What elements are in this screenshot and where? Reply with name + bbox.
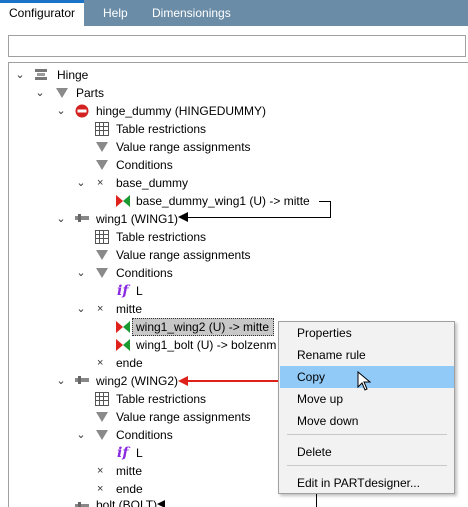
tree-node-bolt[interactable]: bolt (BOLT) — [96, 496, 157, 507]
no-entry-icon — [75, 104, 89, 118]
funnel-icon — [96, 160, 108, 170]
rule-bowtie-icon — [116, 195, 130, 207]
tree-node-rule-wing1-wing2[interactable]: wing1_wing2 (U) -> mitte — [132, 318, 275, 336]
condition-if-icon: if — [117, 283, 129, 299]
link-line — [316, 494, 317, 507]
context-menu: Properties Rename rule Copy Move up Move… — [278, 321, 455, 494]
tree-node-table-restrictions[interactable]: Table restrictions — [116, 390, 206, 408]
hinge-part-icon — [75, 502, 89, 507]
hinge-part-icon — [75, 214, 89, 222]
tree-node-base-dummy[interactable]: base_dummy — [116, 174, 188, 192]
tree-node-table-restrictions[interactable]: Table restrictions — [116, 228, 206, 246]
funnel-icon — [56, 88, 68, 98]
tree-node-wing1[interactable]: wing1 (WING1) — [96, 210, 178, 228]
table-icon — [95, 392, 109, 406]
tree-node-conditions[interactable]: Conditions — [116, 264, 173, 282]
connector-x-icon: × — [97, 303, 104, 315]
connector-x-icon: × — [97, 465, 104, 477]
tree-node-value-range[interactable]: Value range assignments — [116, 408, 251, 426]
configurator-window: Configurator Help Dimensionings ⌄ Hinge … — [0, 0, 468, 507]
assembly-icon — [35, 69, 47, 80]
menu-item-move-down[interactable]: Move down — [280, 410, 454, 432]
collapse-wing1-chevron-icon[interactable]: ⌄ — [55, 210, 67, 228]
tab-help[interactable]: Help — [94, 0, 137, 26]
collapse-conditions-chevron-icon[interactable]: ⌄ — [75, 426, 87, 444]
menu-item-delete[interactable]: Delete — [280, 441, 454, 463]
connector-x-icon: × — [97, 177, 104, 189]
menu-item-rename-rule[interactable]: Rename rule — [280, 344, 454, 366]
collapse-mitte-chevron-icon[interactable]: ⌄ — [75, 300, 87, 318]
link-line — [330, 201, 331, 217]
menu-item-properties[interactable]: Properties — [280, 322, 454, 344]
table-icon — [95, 230, 109, 244]
tab-bar: Configurator Help Dimensionings — [0, 0, 468, 26]
tree-node-value-range[interactable]: Value range assignments — [116, 246, 251, 264]
link-line — [186, 217, 331, 218]
tree-node-mitte[interactable]: mitte — [116, 462, 142, 480]
funnel-icon — [96, 430, 108, 440]
funnel-icon — [96, 268, 108, 278]
menu-item-edit-in-partdesigner[interactable]: Edit in PARTdesigner... — [280, 472, 454, 494]
funnel-icon — [96, 142, 108, 152]
rule-bowtie-icon — [116, 339, 130, 351]
collapse-base-dummy-chevron-icon[interactable]: ⌄ — [75, 174, 87, 192]
arrowhead-icon — [178, 212, 188, 222]
table-icon — [95, 122, 109, 136]
funnel-icon — [96, 250, 108, 260]
collapse-parts-chevron-icon[interactable]: ⌄ — [34, 84, 46, 102]
hinge-part-icon — [75, 376, 89, 384]
tree-node-condition-l[interactable]: L — [136, 282, 143, 300]
tree-node-rule-base-dummy-wing1[interactable]: base_dummy_wing1 (U) -> mitte — [136, 192, 310, 210]
condition-if-icon: if — [117, 445, 129, 461]
menu-separator — [287, 434, 447, 435]
menu-separator — [287, 465, 447, 466]
link-line-red — [186, 380, 280, 382]
link-line — [319, 201, 331, 202]
tree-node-mitte[interactable]: mitte — [116, 300, 142, 318]
tree-node-wing2[interactable]: wing2 (WING2) — [96, 372, 178, 390]
collapse-wing2-chevron-icon[interactable]: ⌄ — [55, 372, 67, 390]
arrowhead-red-icon — [178, 376, 188, 386]
tree-node-hinge-dummy[interactable]: hinge_dummy (HINGEDUMMY) — [96, 102, 266, 120]
tree-node-conditions[interactable]: Conditions — [116, 426, 173, 444]
tree-node-table-restrictions[interactable]: Table restrictions — [116, 120, 206, 138]
tab-dimensionings[interactable]: Dimensionings — [143, 0, 240, 26]
tree-node-conditions[interactable]: Conditions — [116, 156, 173, 174]
tree-node-value-range[interactable]: Value range assignments — [116, 138, 251, 156]
tree-node-condition-l[interactable]: L — [136, 444, 143, 462]
rule-bowtie-icon — [116, 321, 130, 333]
collapse-conditions-chevron-icon[interactable]: ⌄ — [75, 264, 87, 282]
connector-x-icon: × — [97, 357, 104, 369]
tab-configurator[interactable]: Configurator — [0, 0, 85, 26]
tree-node-rule-wing1-bolt[interactable]: wing1_bolt (U) -> bolzenm — [136, 336, 276, 354]
menu-item-move-up[interactable]: Move up — [280, 388, 454, 410]
collapse-hinge-dummy-chevron-icon[interactable]: ⌄ — [55, 102, 67, 120]
mouse-cursor-icon — [357, 371, 371, 391]
funnel-icon — [96, 412, 108, 422]
tree-node-parts[interactable]: Parts — [76, 84, 104, 102]
search-input[interactable] — [8, 35, 466, 57]
collapse-hinge-chevron-icon[interactable]: ⌄ — [14, 66, 26, 84]
tree-node-hinge[interactable]: Hinge — [57, 66, 88, 84]
tree-node-ende[interactable]: ende — [116, 354, 143, 372]
arrowhead-icon — [157, 500, 165, 507]
